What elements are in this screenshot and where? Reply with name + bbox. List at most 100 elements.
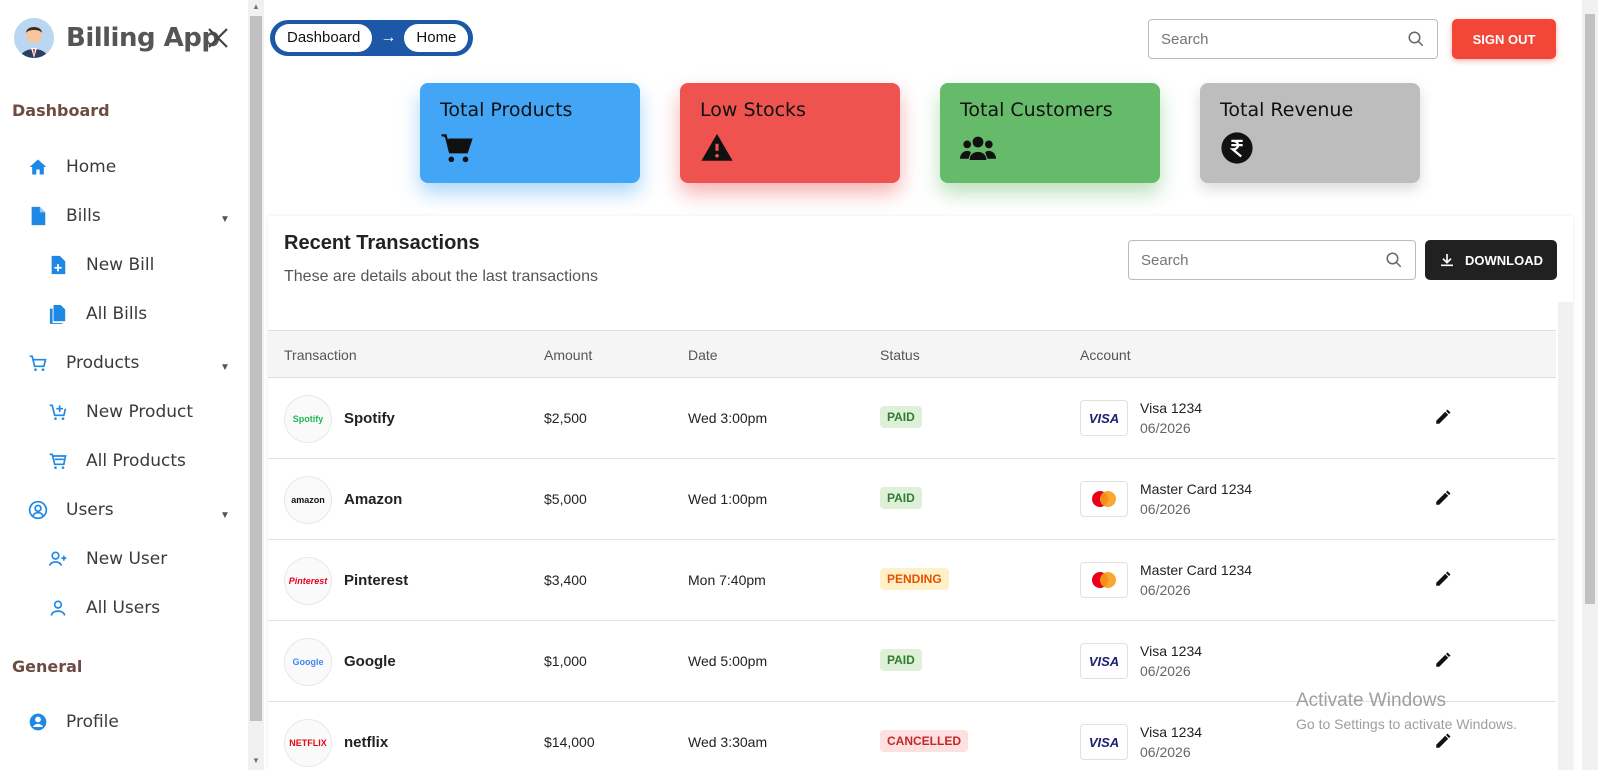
edit-button[interactable]: [1434, 651, 1454, 671]
sidebar-scrollbar-thumb[interactable]: [250, 16, 262, 721]
sidebar-item-label: Products: [66, 353, 140, 373]
pencil-icon: [1436, 571, 1451, 586]
sidebar-item-all-products[interactable]: All Products: [48, 451, 186, 471]
cart-add-icon: [48, 402, 68, 422]
chevron-down-icon[interactable]: ▼: [220, 510, 230, 521]
table-scrollbar[interactable]: [1558, 302, 1573, 770]
sidebar-item-new-product[interactable]: New Product: [48, 402, 193, 422]
files-icon: [48, 304, 68, 324]
stat-card-revenue[interactable]: Total Revenue: [1200, 83, 1420, 183]
account-expiry: 06/2026: [1140, 744, 1191, 760]
section-dashboard: Dashboard: [12, 101, 110, 120]
pencil-icon: [1436, 652, 1451, 667]
account-circle-icon: [28, 712, 48, 732]
search-icon[interactable]: [1385, 251, 1403, 269]
table-row[interactable]: amazon Amazon $5,000 Wed 1:00pm PAID Mas…: [268, 459, 1556, 540]
account-expiry: 06/2026: [1140, 501, 1191, 517]
avatar: [14, 18, 54, 58]
amazon-logo: amazon: [284, 476, 332, 524]
column-header: Status: [880, 347, 920, 363]
transaction-name: Pinterest: [344, 572, 409, 589]
sidebar-item-products[interactable]: Products: [28, 353, 139, 373]
sidebar-item-new-bill[interactable]: New Bill: [48, 255, 154, 275]
pencil-icon: [1436, 409, 1451, 424]
sidebar-item-label: New Bill: [86, 255, 155, 275]
account-info: Master Card 1234 06/2026: [1140, 560, 1252, 600]
netflix-logo: NETFLIX: [284, 719, 332, 767]
sidebar-item-label: New User: [86, 549, 168, 569]
edit-button[interactable]: [1434, 570, 1454, 590]
visa-icon: VISA: [1080, 643, 1128, 679]
cart-icon: [440, 131, 474, 165]
users-icon: [960, 131, 996, 165]
transaction-amount: $14,000: [544, 734, 595, 750]
search-icon[interactable]: [1407, 30, 1425, 48]
stat-card-low-stocks[interactable]: Low Stocks: [680, 83, 900, 183]
mastercard-icon: [1080, 481, 1128, 517]
watermark-subtitle: Go to Settings to activate Windows.: [1296, 716, 1517, 732]
sidebar-item-all-bills[interactable]: All Bills: [48, 304, 147, 324]
transaction-amount: $1,000: [544, 653, 587, 669]
scroll-down-arrow-icon[interactable]: ▼: [250, 756, 262, 768]
edit-button[interactable]: [1434, 408, 1454, 428]
transaction-name: Spotify: [344, 410, 395, 427]
sidebar-item-all-users[interactable]: All Users: [48, 598, 160, 618]
sidebar-item-profile[interactable]: Profile: [28, 712, 119, 732]
account-number: Master Card 1234: [1140, 481, 1253, 497]
edit-button[interactable]: [1434, 732, 1454, 752]
chevron-down-icon[interactable]: ▼: [220, 362, 230, 373]
stat-title: Total Customers: [960, 99, 1113, 121]
download-button[interactable]: DOWNLOAD: [1425, 240, 1557, 280]
breadcrumb-home[interactable]: Home: [404, 24, 469, 52]
transaction-date: Wed 3:30am: [688, 734, 768, 750]
breadcrumb-dashboard[interactable]: Dashboard: [275, 24, 373, 52]
mastercard-icon: [1080, 562, 1128, 598]
stat-card-products[interactable]: Total Products: [420, 83, 640, 183]
stat-card-customers[interactable]: Total Customers: [940, 83, 1160, 183]
edit-button[interactable]: [1434, 489, 1454, 509]
column-header: Date: [688, 347, 718, 363]
column-header: Amount: [544, 347, 593, 363]
close-sidebar-button[interactable]: [206, 26, 230, 50]
home-icon: [28, 157, 48, 177]
download-label: DOWNLOAD: [1465, 252, 1543, 268]
stat-title: Low Stocks: [700, 99, 806, 121]
search-input[interactable]: [1161, 30, 1407, 48]
status-badge: PENDING: [880, 568, 949, 590]
transaction-name: Amazon: [344, 491, 403, 508]
pencil-icon: [1436, 733, 1451, 748]
account-info: Visa 1234 06/2026: [1140, 398, 1202, 438]
section-general: General: [12, 657, 83, 676]
sidebar-item-home[interactable]: Home: [28, 157, 116, 177]
transactions-search-input[interactable]: [1141, 251, 1385, 269]
account-info: Visa 1234 06/2026: [1140, 641, 1202, 681]
rupee-icon: [1220, 131, 1254, 165]
sidebar-item-label: Users: [66, 500, 114, 520]
scroll-up-arrow-icon[interactable]: ▲: [250, 2, 262, 14]
chevron-down-icon[interactable]: ▼: [220, 214, 230, 225]
sign-out-button[interactable]: SIGN OUT: [1452, 19, 1556, 59]
page-scrollbar-thumb[interactable]: [1585, 14, 1595, 604]
account-number: Visa 1234: [1140, 400, 1203, 416]
visa-icon: VISA: [1080, 724, 1128, 760]
sidebar-item-label: All Products: [86, 451, 186, 471]
account-expiry: 06/2026: [1140, 420, 1191, 436]
download-icon: [1441, 254, 1453, 267]
transactions-subtitle: These are details about the last transac…: [284, 268, 598, 285]
sidebar-item-label: Bills: [66, 206, 101, 226]
breadcrumb: Dashboard → Home: [270, 20, 474, 56]
stat-title: Total Products: [440, 99, 573, 121]
sidebar-item-bills[interactable]: Bills: [28, 206, 101, 226]
sidebar-item-users[interactable]: Users: [28, 500, 114, 520]
watermark-title: Activate Windows: [1296, 690, 1446, 711]
pencil-icon: [1436, 490, 1451, 505]
sidebar-item-label: All Bills: [86, 304, 148, 324]
sidebar-item-new-user[interactable]: New User: [48, 549, 167, 569]
transaction-name: netflix: [344, 734, 389, 751]
account-expiry: 06/2026: [1140, 663, 1191, 679]
cart-list-icon: [48, 451, 68, 471]
account-number: Master Card 1234: [1140, 562, 1253, 578]
brand: Billing App: [14, 18, 220, 58]
table-row[interactable]: Pinterest Pinterest $3,400 Mon 7:40pm PE…: [268, 540, 1556, 621]
table-row[interactable]: Spotify Spotify $2,500 Wed 3:00pm PAID V…: [268, 378, 1556, 459]
